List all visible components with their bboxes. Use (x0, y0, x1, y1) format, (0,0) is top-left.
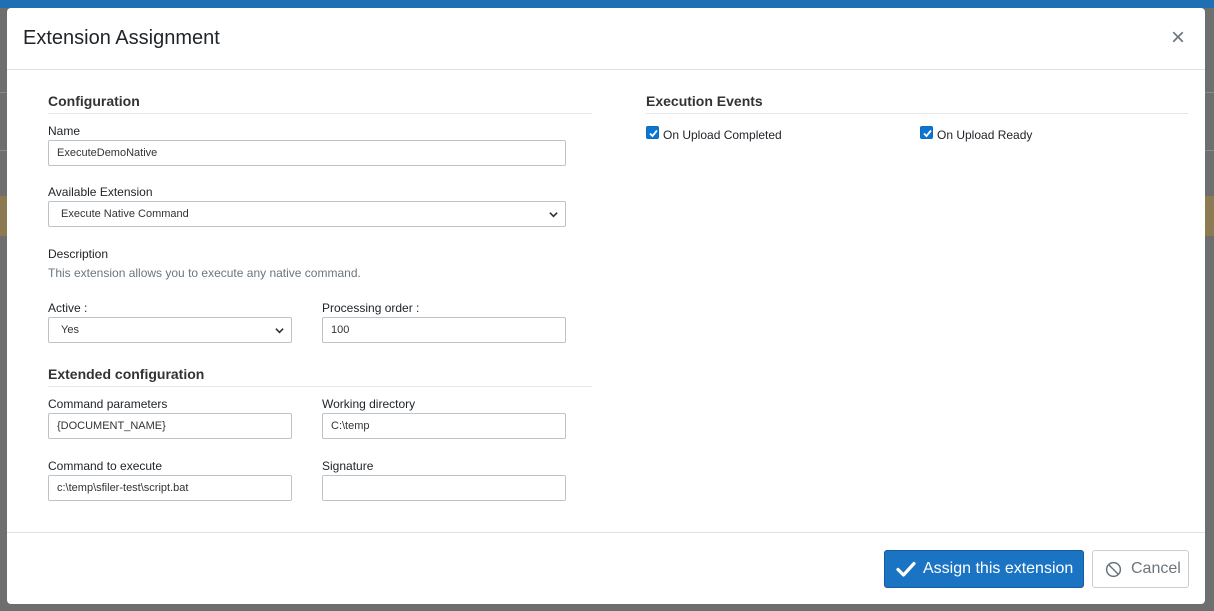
background-divider (0, 92, 7, 93)
modal-title: Extension Assignment (23, 27, 220, 49)
on-upload-ready-checkbox[interactable] (920, 126, 933, 139)
assign-extension-button[interactable]: Assign this extension (884, 550, 1084, 588)
background-divider (1205, 92, 1214, 93)
configuration-section-title: Configuration (48, 93, 140, 109)
name-input[interactable]: ExecuteDemoNative (48, 140, 566, 166)
command-to-execute-label: Command to execute (48, 459, 163, 473)
chevron-down-icon (275, 328, 284, 334)
description-label: Description (48, 247, 109, 261)
background-alert-strip (1205, 196, 1214, 236)
active-label: Active : (48, 301, 88, 315)
working-directory-input[interactable]: C:\temp (322, 413, 566, 439)
background-divider (1205, 150, 1214, 151)
modal-footer: Assign this extension Cancel (7, 532, 1205, 604)
signature-input[interactable] (322, 475, 566, 501)
execution-events-section-title: Execution Events (646, 93, 763, 109)
name-label: Name (48, 124, 81, 138)
available-extension-label: Available Extension (48, 185, 153, 199)
command-to-execute-input[interactable]: c:\temp\sfiler-test\script.bat (48, 475, 292, 501)
cancel-label: Cancel (1131, 560, 1181, 577)
background-app-header (0, 0, 1214, 8)
on-upload-ready-label[interactable]: On Upload Ready (937, 128, 1032, 142)
command-parameters-label: Command parameters (48, 397, 168, 411)
checkmark-icon (896, 561, 916, 577)
working-directory-label: Working directory (322, 397, 416, 411)
ban-icon (1105, 561, 1122, 577)
chevron-down-icon (549, 212, 558, 218)
extended-configuration-section-title: Extended configuration (48, 366, 205, 382)
processing-order-label: Processing order : (322, 301, 420, 315)
active-value: Yes (61, 324, 79, 336)
available-extension-select[interactable]: Execute Native Command (48, 201, 566, 227)
section-divider (646, 113, 1188, 114)
on-upload-completed-label[interactable]: On Upload Completed (663, 128, 782, 142)
section-divider (48, 113, 592, 114)
checkmark-icon (923, 129, 932, 138)
cancel-button[interactable]: Cancel (1092, 550, 1189, 588)
available-extension-value: Execute Native Command (61, 208, 189, 220)
background-alert-strip (0, 196, 7, 236)
processing-order-input[interactable]: 100 (322, 317, 566, 343)
modal-header: Extension Assignment × (7, 8, 1205, 70)
active-select[interactable]: Yes (48, 317, 292, 343)
section-divider (48, 386, 592, 387)
description-text: This extension allows you to execute any… (48, 266, 361, 280)
checkmark-icon (649, 129, 658, 138)
background-divider (0, 150, 7, 151)
assign-extension-label: Assign this extension (923, 560, 1074, 577)
close-icon[interactable]: × (1167, 25, 1189, 51)
on-upload-completed-checkbox[interactable] (646, 126, 659, 139)
command-parameters-input[interactable]: {DOCUMENT_NAME} (48, 413, 292, 439)
signature-label: Signature (322, 459, 374, 473)
extension-assignment-modal: Extension Assignment × Configuration Nam… (7, 8, 1205, 604)
